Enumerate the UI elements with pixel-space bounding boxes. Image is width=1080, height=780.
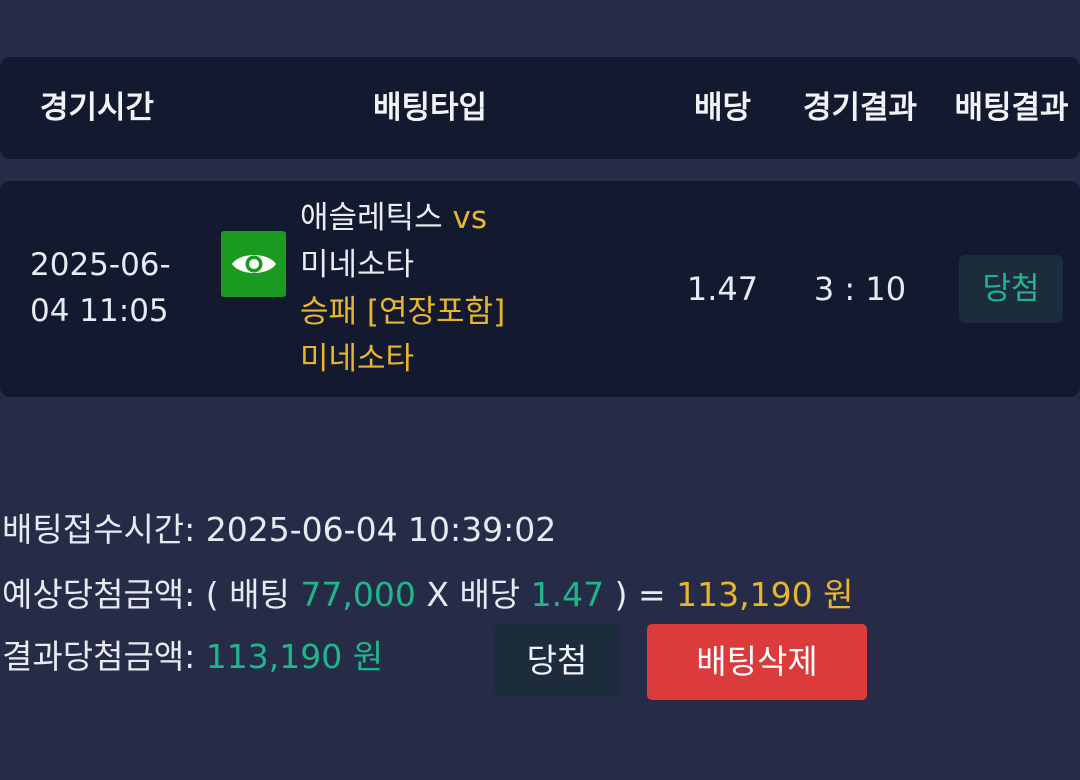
- score-value: 3 : 10: [813, 270, 907, 308]
- bet-type-cell: 애슬레틱스 vs 미네소타 승패 [연장포함] 미네소타: [300, 195, 560, 383]
- result-win-label: 결과당첨금액:: [2, 637, 196, 676]
- header-bet-result: 배팅결과: [954, 90, 1069, 126]
- expected-win-line: 예상당첨금액: ( 배팅 77,000 X 배당 1.47 ) = 113,19…: [2, 572, 854, 618]
- odds-value: 1.47: [686, 270, 759, 308]
- pick-label: 미네소타: [300, 341, 415, 377]
- received-time-label: 배팅접수시간:: [2, 510, 196, 549]
- expected-close-text: ) =: [614, 575, 666, 614]
- result-badge: 당첨: [959, 255, 1063, 323]
- expected-win-label: 예상당첨금액:: [2, 575, 196, 614]
- game-time: 2025-06-04 11:05: [30, 247, 171, 329]
- vs-label: vs: [452, 200, 487, 236]
- win-status-button[interactable]: 당첨: [494, 624, 620, 697]
- table-header: 경기시간 배팅타입 배당 경기결과 배팅결과: [0, 57, 1080, 159]
- header-odds: 배당: [693, 90, 752, 126]
- stake-amount: 77,000: [300, 575, 416, 614]
- result-win-amount: 113,190 원: [205, 637, 384, 676]
- header-game-time: 경기시간: [39, 90, 155, 126]
- eye-icon: [231, 255, 276, 273]
- expected-open-text: ( 배팅: [205, 575, 290, 614]
- market-label: 승패 [연장포함]: [300, 294, 506, 330]
- received-time-value: 2025-06-04 10:39:02: [205, 510, 557, 549]
- summary-odds: 1.47: [530, 575, 605, 614]
- times-odds-text: X 배당: [426, 575, 521, 614]
- home-team: 애슬레틱스: [300, 200, 443, 236]
- header-bet-type: 배팅타입: [372, 90, 488, 126]
- view-details-button[interactable]: [221, 231, 286, 297]
- result-win-line: 결과당첨금액: 113,190 원: [2, 634, 383, 680]
- received-time-line: 배팅접수시간: 2025-06-04 10:39:02: [2, 507, 556, 553]
- expected-amount: 113,190 원: [676, 575, 854, 614]
- away-team: 미네소타: [300, 247, 415, 283]
- delete-bet-button[interactable]: 배팅삭제: [647, 624, 867, 700]
- header-game-result: 경기결과: [802, 90, 918, 126]
